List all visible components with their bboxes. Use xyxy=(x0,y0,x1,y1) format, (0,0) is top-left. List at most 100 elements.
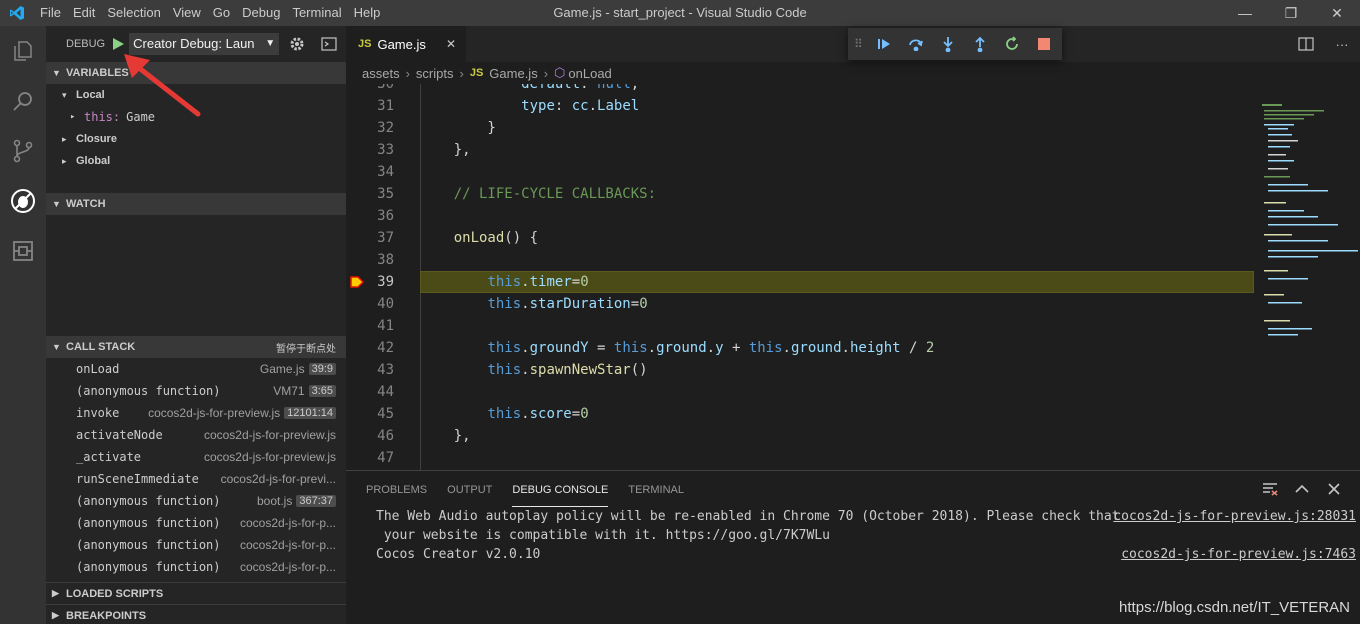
start-debugging-icon[interactable] xyxy=(111,37,125,51)
tab-terminal[interactable]: TERMINAL xyxy=(628,471,684,507)
minimize-button[interactable]: — xyxy=(1222,0,1268,26)
extensions-icon[interactable] xyxy=(0,226,46,276)
tab-game-js[interactable]: JS Game.js ✕ xyxy=(346,26,466,62)
watch-header[interactable]: ▼ WATCH xyxy=(46,193,346,215)
callstack-frame[interactable]: (anonymous function) cocos2d-js-for-p... xyxy=(46,534,346,556)
callstack-frame[interactable]: activateNode cocos2d-js-for-preview.js xyxy=(46,424,346,446)
code-line[interactable]: 36 xyxy=(346,205,1254,227)
code-line[interactable]: 34 xyxy=(346,161,1254,183)
minimap[interactable] xyxy=(1254,84,1360,470)
close-icon[interactable]: ✕ xyxy=(446,37,456,51)
code-editor[interactable]: 30 default: null, 31 type: cc.Label 32 } 33… xyxy=(346,84,1360,470)
loaded-scripts-header[interactable]: ▶ LOADED SCRIPTS xyxy=(46,582,346,604)
debug-icon[interactable] xyxy=(0,176,46,226)
code-line[interactable]: 33 }, xyxy=(346,139,1254,161)
code-line[interactable]: 46 }, xyxy=(346,425,1254,447)
frame-file: VM71 xyxy=(273,384,305,398)
callstack-frame[interactable]: (anonymous function) cocos2d-js-for-p... xyxy=(46,512,346,534)
code-line[interactable]: 35 // LIFE-CYCLE CALLBACKS: xyxy=(346,183,1254,205)
restore-button[interactable]: ❐ xyxy=(1268,0,1314,26)
code-text: } xyxy=(420,120,496,136)
menu-go[interactable]: Go xyxy=(207,0,236,26)
frame-line: 367:37 xyxy=(296,495,336,507)
menu-terminal[interactable]: Terminal xyxy=(286,0,347,26)
more-actions-icon[interactable]: ··· xyxy=(1324,26,1360,62)
code-line[interactable]: 32 } xyxy=(346,117,1254,139)
console-source-link[interactable]: cocos2d-js-for-preview.js:28031 xyxy=(1113,507,1356,526)
callstack-frame[interactable]: (anonymous function) VM71 3:65 xyxy=(46,380,346,402)
line-number: 30 xyxy=(377,84,394,92)
menu-edit[interactable]: Edit xyxy=(67,0,101,26)
frame-function: (anonymous function) xyxy=(76,494,221,508)
drag-handle-icon[interactable]: ⠿ xyxy=(854,37,868,51)
line-number: 31 xyxy=(377,98,394,114)
code-line[interactable]: 31 type: cc.Label xyxy=(346,95,1254,117)
step-out-icon[interactable] xyxy=(964,28,996,60)
breadcrumb-file[interactable]: Game.js xyxy=(489,66,537,81)
stop-icon[interactable] xyxy=(1028,28,1060,60)
callstack-header[interactable]: ▼ CALL STACK 暂停于断点处 xyxy=(46,336,346,358)
step-over-icon[interactable] xyxy=(900,28,932,60)
menu-debug[interactable]: Debug xyxy=(236,0,286,26)
code-line[interactable]: 45 this.score=0 xyxy=(346,403,1254,425)
split-editor-icon[interactable] xyxy=(1288,26,1324,62)
breadcrumb: assets › scripts › JS Game.js › ⬡ onLoad xyxy=(346,62,1360,84)
search-icon[interactable] xyxy=(0,76,46,126)
explorer-icon[interactable] xyxy=(0,26,46,76)
continue-icon[interactable] xyxy=(868,28,900,60)
code-line[interactable]: 47 xyxy=(346,447,1254,469)
step-into-icon[interactable] xyxy=(932,28,964,60)
callstack-frame[interactable]: runSceneImmediate cocos2d-js-for-previ... xyxy=(46,468,346,490)
frame-file: cocos2d-js-for-previ... xyxy=(220,472,336,486)
code-line[interactable]: 42 this.groundY = this.ground.y + this.g… xyxy=(346,337,1254,359)
code-line[interactable]: 38 xyxy=(346,249,1254,271)
callstack-frame[interactable]: (anonymous function) boot.js 367:37 xyxy=(46,490,346,512)
restart-icon[interactable] xyxy=(996,28,1028,60)
console-source-link[interactable]: cocos2d-js-for-preview.js:7463 xyxy=(1121,545,1356,564)
frame-line: 3:65 xyxy=(308,385,336,397)
vscode-logo-icon xyxy=(0,0,34,26)
clear-console-icon[interactable] xyxy=(1254,477,1286,501)
breadcrumb-scripts[interactable]: scripts xyxy=(416,66,454,81)
tab-problems[interactable]: PROBLEMS xyxy=(366,471,427,507)
scope-closure[interactable]: ▸ Closure xyxy=(46,128,346,150)
gear-icon[interactable] xyxy=(283,33,311,55)
console-message: The Web Audio autoplay policy will be re… xyxy=(376,509,1120,524)
debug-console-icon[interactable] xyxy=(315,33,343,55)
callstack-frame[interactable]: onLoad Game.js 39:9 xyxy=(46,358,346,380)
callstack-frame[interactable]: (anonymous function) cocos2d-js-for-p... xyxy=(46,556,346,578)
frame-file: cocos2d-js-for-preview.js xyxy=(148,406,281,420)
callstack-title: CALL STACK xyxy=(66,341,136,353)
close-window-button[interactable]: ✕ xyxy=(1314,0,1360,26)
code-line[interactable]: 41 xyxy=(346,315,1254,337)
code-line[interactable]: 40 this.starDuration=0 xyxy=(346,293,1254,315)
menu-selection[interactable]: Selection xyxy=(101,0,166,26)
tab-output[interactable]: OUTPUT xyxy=(447,471,492,507)
callstack-frame[interactable]: _activate cocos2d-js-for-preview.js xyxy=(46,446,346,468)
menu-help[interactable]: Help xyxy=(348,0,387,26)
breadcrumb-symbol[interactable]: onLoad xyxy=(568,66,611,81)
chevron-down-icon: ▼ xyxy=(52,199,61,209)
code-text: this.groundY = this.ground.y + this.grou… xyxy=(487,340,935,356)
line-number: 36 xyxy=(377,208,394,224)
scope-closure-label: Closure xyxy=(76,133,117,145)
chevron-right-icon: › xyxy=(405,65,410,81)
breakpoints-header[interactable]: ▶ BREAKPOINTS xyxy=(46,604,346,624)
chevron-right-icon: › xyxy=(543,65,549,81)
menu-view[interactable]: View xyxy=(167,0,207,26)
code-line[interactable]: 37 onLoad() { xyxy=(346,227,1254,249)
scope-global[interactable]: ▸ Global xyxy=(46,150,346,172)
window-controls: — ❐ ✕ xyxy=(1222,0,1360,26)
code-line[interactable]: 30 default: null, xyxy=(346,84,1254,95)
callstack-frame[interactable]: invoke cocos2d-js-for-preview.js 12101:14 xyxy=(46,402,346,424)
source-control-icon[interactable] xyxy=(0,126,46,176)
breadcrumb-assets[interactable]: assets xyxy=(362,66,400,81)
code-line[interactable]: 43 this.spawnNewStar() xyxy=(346,359,1254,381)
maximize-panel-icon[interactable] xyxy=(1286,477,1318,501)
current-execution-line[interactable]: 39 this.timer=0 xyxy=(346,271,1254,293)
menu-file[interactable]: File xyxy=(34,0,67,26)
close-panel-icon[interactable] xyxy=(1318,477,1350,501)
loaded-scripts-title: LOADED SCRIPTS xyxy=(66,587,164,600)
code-line[interactable]: 44 xyxy=(346,381,1254,403)
tab-debug-console[interactable]: DEBUG CONSOLE xyxy=(512,471,609,507)
